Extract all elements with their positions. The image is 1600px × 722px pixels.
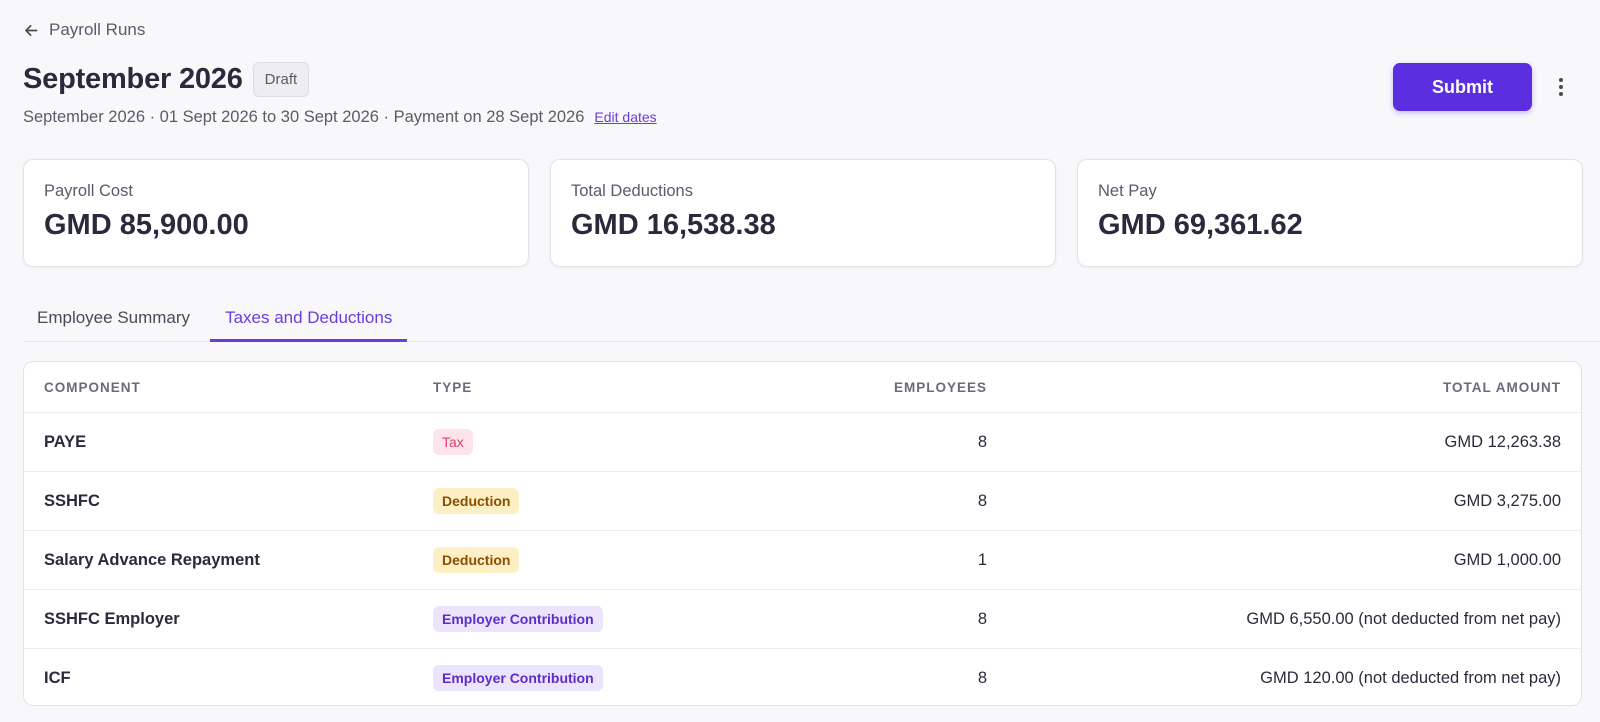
back-link-label: Payroll Runs <box>49 20 146 39</box>
total-amount: GMD 120.00 (not deducted from net pay) <box>1260 668 1561 687</box>
tab-employee-summary[interactable]: Employee Summary <box>23 296 204 342</box>
card-value: GMD 69,361.62 <box>1098 209 1303 241</box>
employee-count: 1 <box>977 550 987 569</box>
summary-cards: Payroll Cost GMD 85,900.00 Total Deducti… <box>23 159 1583 267</box>
column-header-component[interactable]: COMPONENT <box>24 380 433 395</box>
total-amount: GMD 1,000.00 <box>1453 550 1561 569</box>
column-header-employees[interactable]: EMPLOYEES <box>753 380 987 395</box>
status-badge: Draft <box>252 62 310 97</box>
table-row[interactable]: SSHFC Deduction 8 GMD 3,275.00 <box>24 471 1581 530</box>
card-value: GMD 85,900.00 <box>44 209 249 241</box>
total-amount: GMD 3,275.00 <box>1453 491 1561 510</box>
back-link[interactable]: Payroll Runs <box>23 20 145 40</box>
table-row[interactable]: Salary Advance Repayment Deduction 1 GMD… <box>24 530 1581 589</box>
arrow-left-icon <box>25 24 38 36</box>
type-badge: Deduction <box>433 488 520 514</box>
table-row[interactable]: PAYE Tax 8 GMD 12,263.38 <box>24 412 1581 471</box>
card-label: Payroll Cost <box>44 182 133 200</box>
table-header-row: COMPONENT TYPE EMPLOYEES TOTAL AMOUNT <box>24 362 1581 412</box>
total-deductions-card: Total Deductions GMD 16,538.38 <box>550 159 1056 267</box>
card-label: Total Deductions <box>571 182 693 200</box>
total-amount: GMD 12,263.38 <box>1444 432 1561 451</box>
employee-count: 8 <box>977 609 987 628</box>
total-amount: GMD 6,550.00 (not deducted from net pay) <box>1246 609 1561 628</box>
employee-count: 8 <box>977 668 987 687</box>
tab-bar: Employee Summary Taxes and Deductions <box>23 296 1600 342</box>
pay-period-text: September 2026 · 01 Sept 2026 to 30 Sept… <box>23 108 585 126</box>
more-options-button[interactable] <box>1551 72 1571 102</box>
component-name: Salary Advance Repayment <box>44 550 260 569</box>
payroll-cost-card: Payroll Cost GMD 85,900.00 <box>23 159 529 267</box>
edit-dates-link[interactable]: Edit dates <box>594 109 656 125</box>
column-header-total-amount[interactable]: TOTAL AMOUNT <box>987 380 1581 395</box>
component-name: SSHFC Employer <box>44 609 180 628</box>
card-value: GMD 16,538.38 <box>571 209 776 241</box>
table-row[interactable]: ICF Employer Contribution 8 GMD 120.00 (… <box>24 648 1581 705</box>
more-vertical-icon <box>1559 78 1563 82</box>
column-header-type[interactable]: TYPE <box>433 380 753 395</box>
title-row: September 2026 Draft <box>23 62 310 97</box>
type-badge: Employer Contribution <box>433 665 603 691</box>
type-badge: Tax <box>433 429 473 455</box>
type-badge: Employer Contribution <box>433 606 603 632</box>
submit-button[interactable]: Submit <box>1393 63 1532 111</box>
component-name: PAYE <box>44 432 87 451</box>
employee-count: 8 <box>977 491 987 510</box>
component-name: ICF <box>44 668 71 687</box>
type-badge: Deduction <box>433 547 520 573</box>
pay-period-info: September 2026 · 01 Sept 2026 to 30 Sept… <box>23 108 657 127</box>
table-row[interactable]: SSHFC Employer Employer Contribution 8 G… <box>24 589 1581 648</box>
tab-taxes-and-deductions[interactable]: Taxes and Deductions <box>210 296 408 342</box>
card-label: Net Pay <box>1098 182 1157 200</box>
component-name: SSHFC <box>44 491 100 510</box>
page-title: September 2026 <box>23 63 243 95</box>
net-pay-card: Net Pay GMD 69,361.62 <box>1077 159 1583 267</box>
employee-count: 8 <box>977 432 987 451</box>
deductions-table: COMPONENT TYPE EMPLOYEES TOTAL AMOUNT PA… <box>23 361 1582 706</box>
